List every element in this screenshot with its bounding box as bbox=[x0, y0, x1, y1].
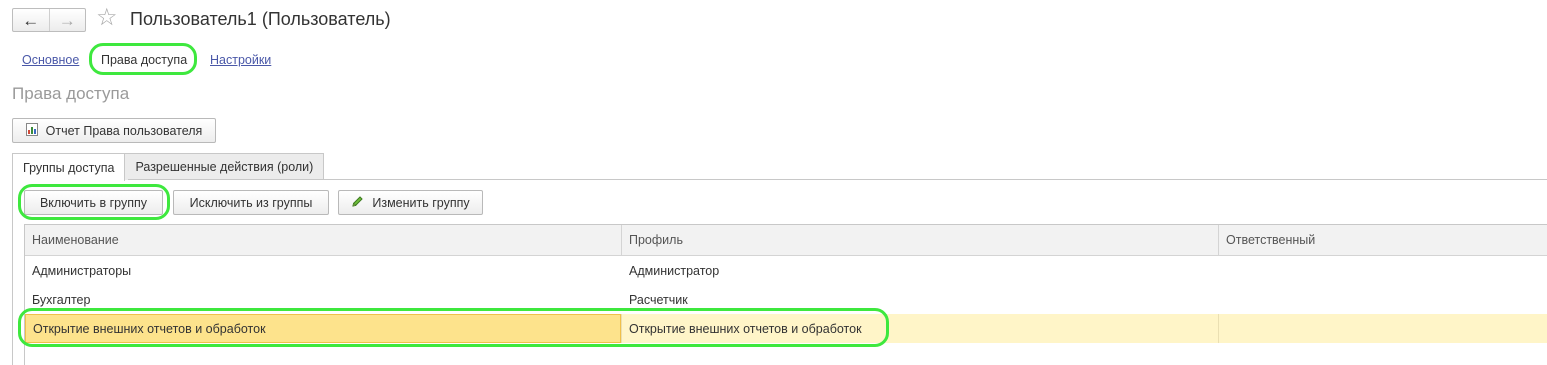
column-header-profile[interactable]: Профиль bbox=[621, 225, 1218, 255]
section-title: Права доступа bbox=[12, 84, 130, 103]
tab-allowed-actions[interactable]: Разрешенные действия (роли) bbox=[124, 153, 325, 180]
report-button-label: Отчет Права пользователя bbox=[45, 123, 203, 138]
exclude-button-label: Исключить из группы bbox=[189, 195, 313, 210]
tab-bar: Группы доступа Разрешенные действия (рол… bbox=[12, 153, 325, 181]
cell-responsible bbox=[1218, 256, 1547, 285]
table-row[interactable]: Бухгалтер Расчетчик bbox=[25, 285, 1547, 314]
history-nav: ← → bbox=[12, 8, 86, 32]
exclude-from-group-button[interactable]: Исключить из группы bbox=[173, 190, 329, 215]
favorite-star-icon[interactable]: ☆ bbox=[96, 6, 118, 30]
cell-name: Администраторы bbox=[32, 263, 132, 278]
cell-responsible bbox=[1218, 285, 1547, 314]
column-header-name[interactable]: Наименование bbox=[25, 225, 621, 255]
cell-profile: Открытие внешних отчетов и обработок bbox=[621, 314, 1218, 343]
cell-name: Бухгалтер bbox=[32, 292, 91, 307]
arrow-right-icon: → bbox=[58, 10, 76, 30]
forward-button[interactable]: → bbox=[50, 9, 86, 31]
back-button[interactable]: ← bbox=[13, 9, 50, 31]
include-button-label: Включить в группу bbox=[39, 195, 148, 210]
edit-group-button[interactable]: Изменить группу bbox=[338, 190, 483, 215]
window-title: Пользователь1 (Пользователь) bbox=[130, 9, 391, 29]
cell-name: Открытие внешних отчетов и обработок bbox=[25, 314, 621, 343]
edit-button-label: Изменить группу bbox=[372, 195, 470, 210]
report-user-rights-button[interactable]: Отчет Права пользователя bbox=[12, 118, 216, 143]
column-header-responsible[interactable]: Ответственный bbox=[1218, 225, 1547, 255]
cell-responsible bbox=[1218, 314, 1547, 343]
panel-border bbox=[12, 180, 13, 365]
table-header: Наименование Профиль Ответственный bbox=[25, 225, 1547, 256]
pencil-icon bbox=[351, 195, 364, 211]
table-row[interactable]: Администраторы Администратор bbox=[25, 256, 1547, 285]
arrow-left-icon: ← bbox=[22, 10, 40, 30]
cell-profile: Расчетчик bbox=[629, 292, 688, 307]
link-main[interactable]: Основное bbox=[22, 53, 79, 67]
tab-access-groups[interactable]: Группы доступа bbox=[12, 153, 126, 181]
include-in-group-button[interactable]: Включить в группу bbox=[24, 190, 163, 215]
report-icon bbox=[25, 122, 38, 139]
cell-profile: Администратор bbox=[629, 263, 720, 278]
access-groups-table: Наименование Профиль Ответственный Админ… bbox=[24, 224, 1547, 365]
tab-divider bbox=[128, 179, 1547, 180]
tab-allowed-actions-label: Разрешенные действия (роли) bbox=[135, 160, 314, 174]
tab-access-groups-label: Группы доступа bbox=[23, 160, 115, 175]
link-access-rights[interactable]: Права доступа bbox=[101, 53, 187, 67]
table-row-selected[interactable]: Открытие внешних отчетов и обработок Отк… bbox=[25, 314, 1547, 343]
link-settings[interactable]: Настройки bbox=[210, 53, 271, 67]
